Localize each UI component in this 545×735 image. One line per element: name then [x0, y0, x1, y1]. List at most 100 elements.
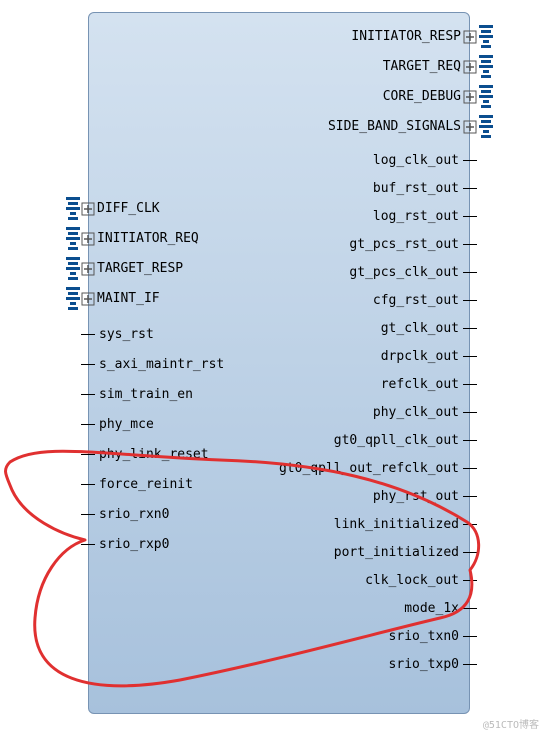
port-initiator_resp[interactable]: INITIATOR_RESP	[351, 29, 477, 44]
port-label: CORE_DEBUG	[383, 89, 461, 104]
port-target_resp[interactable]: TARGET_RESP	[81, 261, 183, 276]
port-label: force_reinit	[99, 477, 193, 492]
port-drpclk_out[interactable]: drpclk_out	[381, 349, 477, 364]
port-srio_txn0[interactable]: srio_txn0	[389, 629, 477, 644]
port-phy_clk_out[interactable]: phy_clk_out	[373, 405, 477, 420]
port-label: link_initialized	[334, 517, 459, 532]
port-target_req[interactable]: TARGET_REQ	[383, 59, 477, 74]
wire-stub	[463, 580, 477, 581]
port-sys_rst[interactable]: sys_rst	[81, 327, 154, 342]
port-label: sys_rst	[99, 327, 154, 342]
bus-hatch-icon	[479, 55, 493, 78]
port-gt_pcs_rst_out[interactable]: gt_pcs_rst_out	[349, 237, 477, 252]
bus-hatch-icon	[66, 257, 80, 280]
port-side_band_signals[interactable]: SIDE_BAND_SIGNALS	[328, 119, 477, 134]
port-label: refclk_out	[381, 377, 459, 392]
wire-stub	[463, 636, 477, 637]
port-diff_clk[interactable]: DIFF_CLK	[81, 201, 160, 216]
bus-hatch-icon	[479, 25, 493, 48]
plus-icon	[463, 90, 477, 104]
port-srio_txp0[interactable]: srio_txp0	[389, 657, 477, 672]
port-force_reinit[interactable]: force_reinit	[81, 477, 193, 492]
port-label: mode_1x	[404, 601, 459, 616]
port-label: phy_link_reset	[99, 447, 209, 462]
wire-stub	[463, 412, 477, 413]
port-gt0_qpll_out_refclk_out[interactable]: gt0_qpll_out_refclk_out	[279, 461, 477, 476]
port-log_clk_out[interactable]: log_clk_out	[373, 153, 477, 168]
bus-hatch-icon	[479, 115, 493, 138]
plus-icon	[463, 120, 477, 134]
port-cfg_rst_out[interactable]: cfg_rst_out	[373, 293, 477, 308]
wire-stub	[81, 454, 95, 455]
wire-stub	[463, 524, 477, 525]
wire-stub	[463, 608, 477, 609]
wire-stub	[81, 334, 95, 335]
port-gt0_qpll_clk_out[interactable]: gt0_qpll_clk_out	[334, 433, 477, 448]
port-link_initialized[interactable]: link_initialized	[334, 517, 477, 532]
wire-stub	[81, 544, 95, 545]
plus-icon	[463, 30, 477, 44]
wire-stub	[463, 188, 477, 189]
wire-stub	[463, 468, 477, 469]
wire-stub	[463, 552, 477, 553]
port-label: sim_train_en	[99, 387, 193, 402]
wire-stub	[463, 356, 477, 357]
wire-stub	[463, 664, 477, 665]
port-gt_pcs_clk_out[interactable]: gt_pcs_clk_out	[349, 265, 477, 280]
port-label: TARGET_REQ	[383, 59, 461, 74]
port-refclk_out[interactable]: refclk_out	[381, 377, 477, 392]
port-phy_mce[interactable]: phy_mce	[81, 417, 154, 432]
wire-stub	[463, 300, 477, 301]
bus-hatch-icon	[66, 227, 80, 250]
port-s_axi_maintr_rst[interactable]: s_axi_maintr_rst	[81, 357, 224, 372]
port-label: phy_mce	[99, 417, 154, 432]
bus-hatch-icon	[66, 287, 80, 310]
bus-hatch-icon	[66, 197, 80, 220]
port-label: clk_lock_out	[365, 573, 459, 588]
watermark: @51CTO博客	[483, 716, 539, 731]
port-label: srio_txn0	[389, 629, 459, 644]
wire-stub	[463, 440, 477, 441]
port-srio_rxn0[interactable]: srio_rxn0	[81, 507, 169, 522]
port-phy_rst_out[interactable]: phy_rst_out	[373, 489, 477, 504]
port-log_rst_out[interactable]: log_rst_out	[373, 209, 477, 224]
plus-icon	[81, 232, 95, 246]
wire-stub	[463, 216, 477, 217]
port-label: cfg_rst_out	[373, 293, 459, 308]
wire-stub	[81, 394, 95, 395]
port-port_initialized[interactable]: port_initialized	[334, 545, 477, 560]
ip-block-symbol: DIFF_CLKINITIATOR_REQTARGET_RESPMAINT_IF…	[88, 12, 470, 714]
port-label: MAINT_IF	[97, 291, 160, 306]
port-label: srio_rxp0	[99, 537, 169, 552]
port-label: SIDE_BAND_SIGNALS	[328, 119, 461, 134]
wire-stub	[463, 160, 477, 161]
port-mode_1x[interactable]: mode_1x	[404, 601, 477, 616]
port-label: log_clk_out	[373, 153, 459, 168]
port-clk_lock_out[interactable]: clk_lock_out	[365, 573, 477, 588]
wire-stub	[463, 384, 477, 385]
plus-icon	[81, 292, 95, 306]
port-gt_clk_out[interactable]: gt_clk_out	[381, 321, 477, 336]
wire-stub	[81, 424, 95, 425]
wire-stub	[463, 272, 477, 273]
port-phy_link_reset[interactable]: phy_link_reset	[81, 447, 209, 462]
port-label: INITIATOR_RESP	[351, 29, 461, 44]
port-sim_train_en[interactable]: sim_train_en	[81, 387, 193, 402]
port-label: log_rst_out	[373, 209, 459, 224]
port-label: INITIATOR_REQ	[97, 231, 199, 246]
port-core_debug[interactable]: CORE_DEBUG	[383, 89, 477, 104]
port-label: gt_clk_out	[381, 321, 459, 336]
port-label: gt0_qpll_clk_out	[334, 433, 459, 448]
wire-stub	[81, 514, 95, 515]
plus-icon	[81, 202, 95, 216]
port-label: phy_rst_out	[373, 489, 459, 504]
port-label: srio_rxn0	[99, 507, 169, 522]
wire-stub	[463, 328, 477, 329]
port-initiator_req[interactable]: INITIATOR_REQ	[81, 231, 199, 246]
port-label: gt_pcs_rst_out	[349, 237, 459, 252]
port-maint_if[interactable]: MAINT_IF	[81, 291, 160, 306]
wire-stub	[81, 484, 95, 485]
plus-icon	[463, 60, 477, 74]
port-srio_rxp0[interactable]: srio_rxp0	[81, 537, 169, 552]
port-buf_rst_out[interactable]: buf_rst_out	[373, 181, 477, 196]
